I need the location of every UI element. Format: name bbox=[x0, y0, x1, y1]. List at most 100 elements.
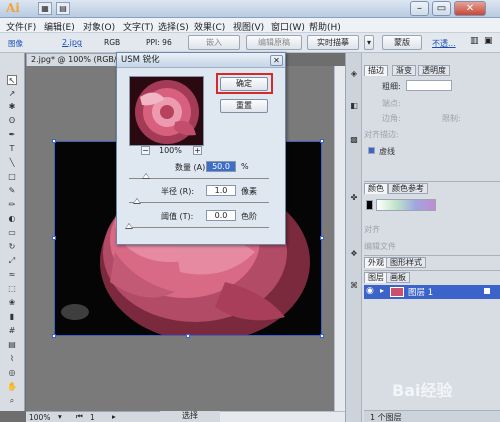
weight-field[interactable] bbox=[406, 80, 452, 91]
selection-handle[interactable] bbox=[52, 334, 56, 338]
close-button[interactable]: ✕ bbox=[454, 1, 486, 16]
layer-name[interactable]: 图层 1 bbox=[408, 286, 433, 298]
page-number[interactable]: 1 bbox=[90, 413, 95, 422]
line-tool-icon[interactable]: ╲ bbox=[7, 158, 17, 168]
menu-select[interactable]: 选择(S) bbox=[158, 20, 189, 33]
hand-tool-icon[interactable]: ✋ bbox=[7, 382, 17, 392]
edit-original-button[interactable]: 编辑原稿 bbox=[246, 35, 302, 50]
warp-tool-icon[interactable]: ≈ bbox=[7, 270, 17, 280]
lasso-tool-icon[interactable]: ʘ bbox=[7, 116, 17, 126]
panel-icon[interactable]: ❖ bbox=[349, 249, 359, 259]
tab-gradient[interactable]: 渐变 bbox=[392, 65, 416, 76]
minimize-button[interactable]: – bbox=[410, 1, 429, 16]
panel-icon[interactable]: ⌘ bbox=[349, 281, 359, 291]
selection-handle[interactable] bbox=[52, 236, 56, 240]
dialog-close-button[interactable]: ✕ bbox=[270, 55, 283, 66]
menu-object[interactable]: 对象(O) bbox=[83, 20, 115, 33]
zoom-dropdown-icon[interactable]: ▾ bbox=[58, 412, 62, 421]
transform-icon[interactable]: ▣ bbox=[484, 36, 493, 46]
radius-input[interactable]: 1.0 bbox=[206, 185, 236, 196]
reset-button[interactable]: 重置 bbox=[220, 99, 268, 113]
document-tab[interactable]: 2.jpg* @ 100% (RGB/... bbox=[26, 53, 126, 66]
menu-window[interactable]: 窗口(W) bbox=[271, 20, 305, 33]
embed-button[interactable]: 嵌入 bbox=[188, 35, 240, 50]
tab-color-guide[interactable]: 颜色参考 bbox=[388, 183, 428, 194]
gradient-tool-icon[interactable]: ▤ bbox=[7, 340, 17, 350]
align-icon[interactable]: ▥ bbox=[470, 36, 479, 46]
magic-wand-icon[interactable]: ✱ bbox=[7, 102, 17, 112]
tab-layers[interactable]: 图层 bbox=[364, 272, 388, 283]
bridge-icon[interactable]: ▦ bbox=[38, 2, 52, 15]
selection-handle[interactable] bbox=[52, 139, 56, 143]
zoom-tool-icon[interactable]: ⌕ bbox=[7, 396, 17, 406]
vertical-scrollbar[interactable] bbox=[334, 66, 345, 411]
zoom-level[interactable]: 100% bbox=[29, 413, 50, 422]
tab-artboards[interactable]: 画板 bbox=[386, 272, 410, 283]
zoom-out-button[interactable]: − bbox=[141, 146, 150, 155]
radius-slider-knob[interactable] bbox=[133, 198, 141, 204]
file-link[interactable]: 2.jpg bbox=[62, 38, 82, 47]
opacity-link[interactable]: 不透... bbox=[432, 38, 456, 49]
menu-effect[interactable]: 效果(C) bbox=[194, 20, 225, 33]
expand-triangle-icon[interactable]: ▸ bbox=[380, 286, 384, 295]
layer-row[interactable]: ◉ ▸ 图层 1 bbox=[364, 285, 500, 299]
eyedropper-icon[interactable]: ⌇ bbox=[7, 354, 17, 364]
radius-slider[interactable] bbox=[129, 202, 269, 203]
amount-slider[interactable] bbox=[129, 178, 269, 179]
blob-brush-icon[interactable]: ◐ bbox=[7, 214, 17, 224]
panel-icon[interactable]: ◧ bbox=[349, 101, 359, 111]
dashed-checkbox[interactable] bbox=[368, 147, 375, 154]
type-tool-icon[interactable]: T bbox=[7, 144, 17, 154]
menu-file[interactable]: 文件(F) bbox=[6, 20, 36, 33]
preview-image[interactable] bbox=[129, 76, 204, 146]
next-page-icon[interactable]: ▸ bbox=[112, 412, 116, 421]
menu-edit[interactable]: 编辑(E) bbox=[44, 20, 75, 33]
column-graph-icon[interactable]: ▮ bbox=[7, 312, 17, 322]
visibility-eye-icon[interactable]: ◉ bbox=[366, 286, 374, 296]
rectangle-tool-icon[interactable]: □ bbox=[7, 172, 17, 182]
rotate-tool-icon[interactable]: ↻ bbox=[7, 242, 17, 252]
selection-handle[interactable] bbox=[320, 236, 324, 240]
tab-appearance[interactable]: 外观 bbox=[364, 257, 388, 268]
symbol-sprayer-icon[interactable]: ❀ bbox=[7, 298, 17, 308]
zoom-in-button[interactable]: + bbox=[193, 146, 202, 155]
panel-icon[interactable]: ◈ bbox=[349, 69, 359, 79]
selection-handle[interactable] bbox=[320, 139, 324, 143]
menu-type[interactable]: 文字(T) bbox=[123, 20, 154, 33]
selection-handle[interactable] bbox=[320, 334, 324, 338]
mask-button[interactable]: 蒙版 bbox=[382, 35, 422, 50]
blend-tool-icon[interactable]: ◎ bbox=[7, 368, 17, 378]
eraser-tool-icon[interactable]: ▭ bbox=[7, 228, 17, 238]
selection-handle[interactable] bbox=[186, 334, 190, 338]
amount-input[interactable]: 50.0 bbox=[206, 161, 236, 172]
scale-tool-icon[interactable]: ⤢ bbox=[7, 256, 17, 266]
arrange-docs-icon[interactable]: ▤ bbox=[56, 2, 70, 15]
threshold-input[interactable]: 0.0 bbox=[206, 210, 236, 221]
tools-panel: ↖ ↗ ✱ ʘ ✒ T ╲ □ ✎ ✏ ◐ ▭ ↻ ⤢ ≈ ⬚ ❀ ▮ # ▤ … bbox=[0, 53, 25, 411]
tab-color[interactable]: 颜色 bbox=[364, 183, 388, 194]
tab-graphic-styles[interactable]: 图形样式 bbox=[386, 257, 426, 268]
pen-tool-icon[interactable]: ✒ bbox=[7, 130, 17, 140]
menu-view[interactable]: 视图(V) bbox=[233, 20, 264, 33]
threshold-slider-knob[interactable] bbox=[125, 223, 133, 229]
first-page-icon[interactable]: ⏮ bbox=[76, 412, 83, 422]
live-trace-button[interactable]: 实时描摹 bbox=[307, 35, 359, 50]
trace-options-dropdown[interactable]: ▾ bbox=[364, 35, 374, 50]
menu-help[interactable]: 帮助(H) bbox=[309, 20, 341, 33]
direct-selection-tool-icon[interactable]: ↗ bbox=[7, 89, 17, 99]
threshold-slider[interactable] bbox=[129, 227, 269, 228]
pencil-tool-icon[interactable]: ✏ bbox=[7, 200, 17, 210]
tab-stroke[interactable]: 描边 bbox=[364, 65, 388, 76]
tab-transparency[interactable]: 透明度 bbox=[418, 65, 450, 76]
panel-icon[interactable]: ▩ bbox=[349, 135, 359, 145]
selection-tool-icon[interactable]: ↖ bbox=[7, 75, 17, 85]
free-transform-icon[interactable]: ⬚ bbox=[7, 284, 17, 294]
color-guide-strip[interactable] bbox=[376, 199, 436, 211]
fill-swatch[interactable] bbox=[366, 200, 373, 210]
selection-indicator[interactable] bbox=[484, 288, 490, 294]
amount-slider-knob[interactable] bbox=[142, 173, 150, 179]
paintbrush-tool-icon[interactable]: ✎ bbox=[7, 186, 17, 196]
panel-icon[interactable]: ✤ bbox=[349, 193, 359, 203]
mesh-tool-icon[interactable]: # bbox=[7, 326, 17, 336]
restore-button[interactable]: ▭ bbox=[432, 1, 451, 16]
